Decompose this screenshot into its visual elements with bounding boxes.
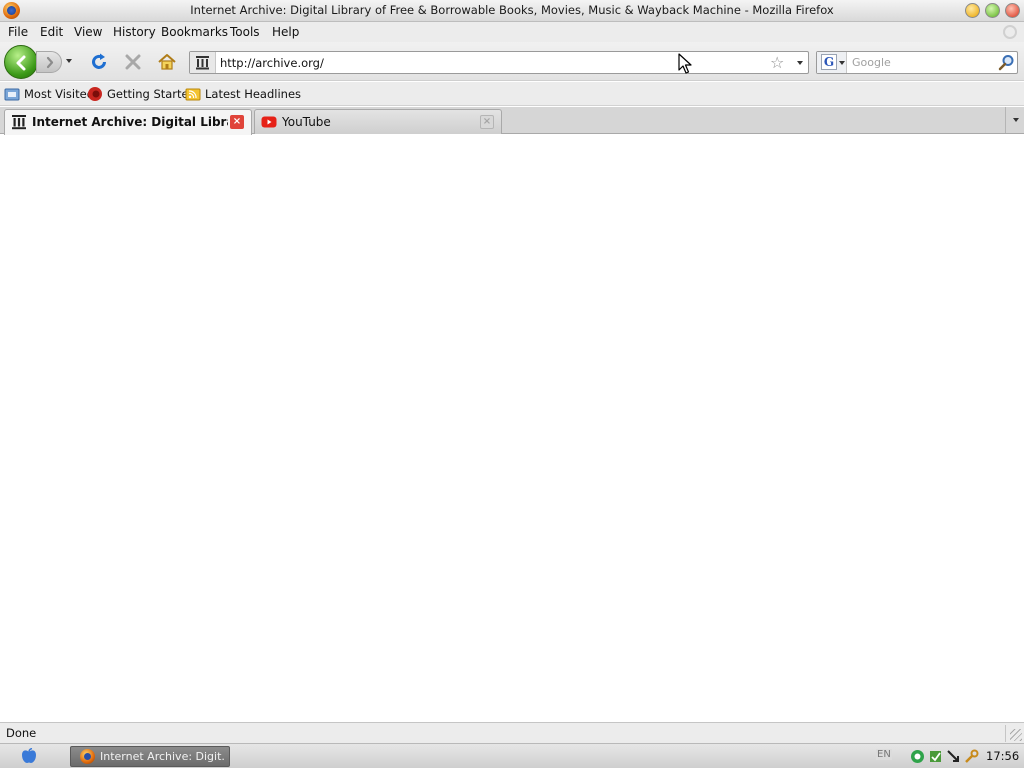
tab-bar: Internet Archive: Digital Library o... ×…	[0, 107, 1024, 135]
tab-youtube[interactable]: YouTube ×	[254, 109, 502, 134]
tab-internet-archive[interactable]: Internet Archive: Digital Library o... ×	[4, 109, 252, 135]
google-icon: G	[821, 54, 837, 70]
archive-org-icon	[196, 56, 209, 70]
list-all-tabs-button[interactable]	[1005, 107, 1024, 133]
window-titlebar: Internet Archive: Digital Library of Fre…	[0, 0, 1024, 22]
keyboard-layout-indicator[interactable]: EN	[876, 749, 892, 760]
firefox-bookmark-icon	[88, 87, 102, 101]
home-icon[interactable]	[157, 52, 177, 72]
taskbar-item-firefox[interactable]: Internet Archive: Digit...	[70, 746, 230, 767]
menu-bar: File Edit View History Bookmarks Tools H…	[0, 22, 1024, 42]
bookmark-label: Latest Headlines	[205, 87, 302, 101]
network-icon[interactable]	[946, 749, 961, 764]
menu-history[interactable]: History	[113, 25, 156, 39]
site-identity-button[interactable]	[190, 52, 216, 73]
archive-org-icon	[12, 115, 26, 130]
close-window-button[interactable]	[1005, 3, 1020, 18]
back-button[interactable]	[4, 45, 38, 79]
menu-view[interactable]: View	[74, 25, 102, 39]
menu-tools[interactable]: Tools	[230, 25, 260, 39]
menu-help[interactable]: Help	[272, 25, 299, 39]
tools-icon[interactable]	[964, 749, 979, 764]
resize-grip-icon[interactable]	[1010, 729, 1022, 741]
bookmark-getting-started[interactable]: Getting Started	[87, 86, 196, 102]
status-divider	[1005, 725, 1006, 742]
maximize-button[interactable]	[985, 3, 1000, 18]
reload-icon[interactable]	[89, 52, 109, 72]
search-input[interactable]	[852, 54, 992, 71]
chevron-down-icon	[839, 61, 845, 65]
bookmarks-toolbar: Most Visited Getting Started Latest Head…	[0, 82, 1024, 106]
forward-arrow-icon	[46, 56, 54, 69]
bookmark-label: Most Visited	[24, 87, 94, 101]
navigation-toolbar: ☆ G	[0, 42, 1024, 81]
chevron-down-icon	[1013, 118, 1019, 122]
taskbar-item-label: Internet Archive: Digit...	[100, 750, 225, 763]
window-title: Internet Archive: Digital Library of Fre…	[190, 3, 834, 17]
tab-label: YouTube	[282, 115, 331, 129]
status-bar: Done	[0, 722, 1024, 743]
forward-button[interactable]	[36, 51, 62, 73]
rss-feed-icon	[185, 88, 201, 101]
back-arrow-icon	[16, 55, 26, 71]
history-dropdown-icon[interactable]	[66, 59, 72, 63]
system-tray: EN 17:56	[876, 746, 1024, 767]
mouse-cursor-icon	[678, 53, 692, 74]
menu-file[interactable]: File	[8, 25, 28, 39]
menu-edit[interactable]: Edit	[40, 25, 63, 39]
start-menu-icon[interactable]	[20, 748, 38, 765]
firefox-icon	[80, 749, 95, 764]
status-text: Done	[6, 726, 37, 740]
chat-icon[interactable]	[910, 749, 925, 764]
url-history-dropdown-icon[interactable]	[797, 61, 803, 65]
clock: 17:56	[986, 749, 1020, 763]
bookmark-latest-headlines[interactable]: Latest Headlines	[185, 86, 301, 102]
bookmark-most-visited[interactable]: Most Visited	[4, 86, 94, 102]
throbber-icon	[1003, 25, 1017, 39]
search-bar[interactable]: G	[816, 51, 1018, 74]
update-icon[interactable]	[928, 749, 943, 764]
close-tab-button[interactable]: ×	[480, 115, 494, 129]
folder-icon	[4, 88, 20, 101]
search-icon[interactable]	[998, 54, 1015, 71]
bookmark-star-icon[interactable]: ☆	[770, 53, 784, 72]
page-content[interactable]	[0, 135, 1024, 722]
search-engine-button[interactable]: G	[817, 52, 847, 73]
bookmark-label: Getting Started	[107, 87, 196, 101]
menu-bookmarks[interactable]: Bookmarks	[161, 25, 228, 39]
youtube-icon	[261, 116, 277, 128]
stop-icon[interactable]	[123, 52, 143, 72]
tab-label: Internet Archive: Digital Library o...	[32, 115, 228, 129]
minimize-button[interactable]	[965, 3, 980, 18]
close-tab-button[interactable]: ×	[230, 115, 244, 129]
taskbar: Internet Archive: Digit... EN 17:56	[0, 743, 1024, 768]
url-bar[interactable]: ☆	[189, 51, 809, 74]
